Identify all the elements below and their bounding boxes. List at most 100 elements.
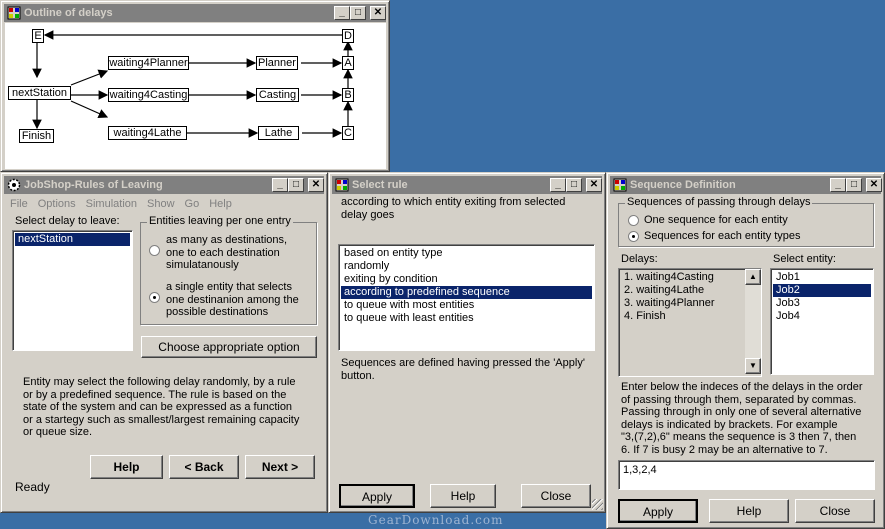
list-item[interactable]: 3. waiting4Planner: [621, 297, 759, 310]
node-a[interactable]: A: [342, 56, 354, 70]
group-label: Sequences of passing through delays: [625, 196, 813, 208]
window-title: Select rule: [352, 179, 408, 191]
diagram-canvas: E D A B C nextStation Finish waiting4Pla…: [5, 23, 386, 169]
node-c[interactable]: C: [342, 126, 354, 140]
node-finish[interactable]: Finish: [19, 129, 54, 143]
list-item[interactable]: according to predefined sequence: [341, 286, 592, 299]
outline-window: Outline of delays _ □ ✕ E D A B C nextSt…: [0, 0, 390, 172]
window-title: JobShop-Rules of Leaving: [24, 179, 163, 191]
app-icon: [613, 178, 627, 192]
radio-one-sequence[interactable]: [628, 215, 639, 226]
sequence-mode-group: Sequences of passing through delays One …: [618, 196, 874, 247]
list-item[interactable]: Job2: [773, 284, 871, 297]
node-b[interactable]: B: [342, 88, 354, 102]
select-rule-window: Select rule _ □ ✕ according to which ent…: [328, 172, 606, 513]
node-waiting4casting[interactable]: waiting4Casting: [108, 88, 189, 102]
radio-single-entity[interactable]: [149, 292, 160, 303]
list-item[interactable]: exiting by condition: [341, 273, 592, 286]
help-button[interactable]: Help: [90, 455, 163, 479]
select-entity-label: Select entity:: [773, 253, 836, 265]
scroll-up-icon[interactable]: ▲: [745, 269, 761, 285]
choose-option-button[interactable]: Choose appropriate option: [141, 336, 317, 358]
maximize-button[interactable]: □: [288, 178, 304, 192]
status-text: Ready: [15, 480, 50, 494]
list-item[interactable]: randomly: [341, 260, 592, 273]
close-button[interactable]: ✕: [308, 178, 324, 192]
next-button[interactable]: Next >: [245, 455, 315, 479]
maximize-button[interactable]: □: [350, 6, 366, 20]
menu-file[interactable]: File: [10, 198, 28, 210]
menu-help[interactable]: Help: [209, 198, 232, 210]
list-item[interactable]: to queue with most entities: [341, 299, 592, 312]
apply-button[interactable]: Apply: [618, 499, 698, 523]
select-delay-label: Select delay to leave:: [15, 215, 120, 227]
radio-many-label: as many as destinations, one to each dest…: [166, 234, 288, 272]
radio-many-destinations[interactable]: [149, 245, 160, 256]
delays-label: Delays:: [621, 253, 658, 265]
list-item[interactable]: to queue with least entities: [341, 312, 592, 325]
radio-entity-types[interactable]: [628, 231, 639, 242]
group-label: Entities leaving per one entry: [147, 215, 293, 227]
close-dialog-button[interactable]: Close: [795, 499, 875, 523]
list-item[interactable]: Job3: [773, 297, 871, 310]
delays-list[interactable]: 1. waiting4Casting 2. waiting4Lathe 3. w…: [618, 268, 762, 377]
close-button[interactable]: ✕: [586, 178, 602, 192]
menu-simulation[interactable]: Simulation: [86, 198, 137, 210]
sequence-instructions: Enter below the indeces of the delays in…: [621, 381, 863, 456]
list-item[interactable]: Job1: [773, 271, 871, 284]
back-button[interactable]: < Back: [169, 455, 239, 479]
close-button[interactable]: ✕: [370, 6, 386, 20]
app-icon: [335, 178, 349, 192]
minimize-button[interactable]: _: [550, 178, 566, 192]
maximize-button[interactable]: □: [846, 178, 862, 192]
menu-options[interactable]: Options: [38, 198, 76, 210]
entities-group: Entities leaving per one entry as many a…: [140, 215, 317, 325]
node-casting[interactable]: Casting: [256, 88, 299, 102]
vertical-scrollbar[interactable]: ▲ ▼: [745, 269, 761, 374]
node-lathe[interactable]: Lathe: [258, 126, 299, 140]
list-item[interactable]: based on entity type: [341, 247, 592, 260]
sequence-input[interactable]: 1,3,2,4: [618, 460, 875, 490]
menu-go[interactable]: Go: [185, 198, 200, 210]
window-title: Sequence Definition: [630, 179, 736, 191]
node-waiting4lathe[interactable]: waiting4Lathe: [108, 126, 187, 140]
radio-one-sequence-label: One sequence for each entity: [644, 214, 788, 226]
node-next-station[interactable]: nextStation: [8, 86, 71, 100]
window-title: Outline of delays: [24, 7, 113, 19]
entity-list[interactable]: Job1 Job2 Job3 Job4: [770, 268, 874, 375]
help-button[interactable]: Help: [709, 499, 789, 523]
scroll-down-icon[interactable]: ▼: [745, 358, 761, 374]
watermark: GearDownload.com: [368, 513, 504, 527]
node-waiting4planner[interactable]: waiting4Planner: [108, 56, 189, 70]
list-item[interactable]: 2. waiting4Lathe: [621, 284, 759, 297]
minimize-button[interactable]: _: [272, 178, 288, 192]
list-item[interactable]: nextStation: [15, 233, 130, 246]
delay-list[interactable]: nextStation: [12, 230, 133, 351]
gear-icon: [7, 178, 21, 192]
apply-note: Sequences are defined having pressed the…: [341, 357, 585, 382]
radio-single-label: a single entity that selects one destinan…: [166, 281, 299, 319]
minimize-button[interactable]: _: [334, 6, 350, 20]
minimize-button[interactable]: _: [830, 178, 846, 192]
resize-grip-icon[interactable]: [592, 499, 603, 510]
list-item[interactable]: 1. waiting4Casting: [621, 271, 759, 284]
sequence-titlebar[interactable]: Sequence Definition _ □ ✕: [610, 176, 882, 194]
node-e[interactable]: E: [32, 29, 44, 43]
maximize-button[interactable]: □: [566, 178, 582, 192]
outline-titlebar[interactable]: Outline of delays _ □ ✕: [4, 4, 386, 22]
list-item[interactable]: Job4: [773, 310, 871, 323]
apply-button[interactable]: Apply: [339, 484, 415, 508]
close-dialog-button[interactable]: Close: [521, 484, 591, 508]
close-button[interactable]: ✕: [866, 178, 882, 192]
rule-options-list[interactable]: based on entity type randomly exiting by…: [338, 244, 595, 351]
rules-window: JobShop-Rules of Leaving _ □ ✕ File Optio…: [0, 172, 328, 513]
help-button[interactable]: Help: [430, 484, 496, 508]
node-d[interactable]: D: [342, 29, 354, 43]
sequence-window: Sequence Definition _ □ ✕ Sequences of p…: [606, 172, 885, 529]
list-item[interactable]: 4. Finish: [621, 310, 759, 323]
menu-show[interactable]: Show: [147, 198, 175, 210]
rule-description: Entity may select the following delay ra…: [23, 376, 300, 439]
select-rule-titlebar[interactable]: Select rule _ □ ✕: [332, 176, 602, 194]
rules-titlebar[interactable]: JobShop-Rules of Leaving _ □ ✕: [4, 176, 324, 194]
node-planner[interactable]: Planner: [256, 56, 298, 70]
